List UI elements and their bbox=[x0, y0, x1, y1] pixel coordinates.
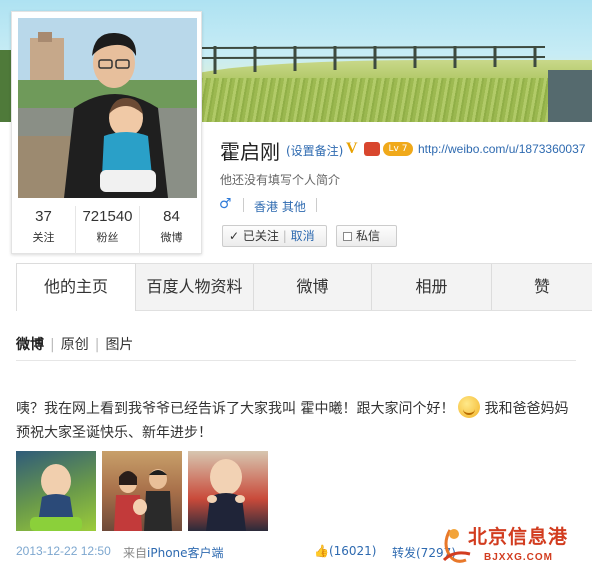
profile-intro: 他还没有填写个人简介 bbox=[220, 173, 341, 187]
vip-icon[interactable] bbox=[364, 142, 380, 156]
tab-weibo[interactable]: 微博 bbox=[254, 264, 372, 310]
message-button[interactable]: 私信 bbox=[336, 225, 397, 247]
profile-tabs: 他的主页 百度人物资料 微博 相册 赞 bbox=[16, 263, 592, 311]
filter-all[interactable]: 微博 bbox=[16, 334, 44, 354]
profile-url-link[interactable]: http://weibo.com/u/1873360037 bbox=[418, 142, 585, 156]
post-source: 来自iPhone客户端 bbox=[123, 544, 224, 561]
tab-album[interactable]: 相册 bbox=[372, 264, 492, 310]
follow-status-button[interactable]: ✓ 已关注 | 取消 bbox=[222, 225, 327, 247]
cover-grass bbox=[200, 78, 592, 122]
stat-posts[interactable]: 84 微博 bbox=[140, 206, 203, 254]
unfollow-link[interactable]: 取消 bbox=[291, 229, 315, 243]
stat-followers-label: 粉丝 bbox=[96, 231, 119, 244]
filter-pictures[interactable]: 图片 bbox=[105, 334, 133, 354]
verified-icon[interactable]: V bbox=[346, 140, 358, 158]
post-photo-3[interactable] bbox=[188, 451, 268, 531]
post-photo-1[interactable] bbox=[16, 451, 96, 531]
stat-posts-count: 84 bbox=[163, 208, 180, 225]
stat-following[interactable]: 37 关注 bbox=[12, 206, 76, 254]
followed-label: 已关注 bbox=[242, 229, 279, 243]
mail-icon bbox=[343, 232, 352, 241]
avatar[interactable] bbox=[18, 18, 197, 198]
profile-name: 霍启刚 bbox=[220, 140, 280, 164]
tab-home[interactable]: 他的主页 bbox=[16, 263, 136, 311]
profile-card: 37 关注 721540 粉丝 84 微博 bbox=[11, 11, 202, 254]
thumbs-up-icon: 👍 bbox=[314, 544, 329, 558]
filter-original[interactable]: 原创 bbox=[61, 334, 89, 354]
post-text: 咦？我在网上看到我爷爷已经告诉了大家我叫 霍中曦！跟大家问个好！ 我和爸爸妈妈预祝… bbox=[16, 396, 576, 445]
stat-followers-count: 721540 bbox=[82, 208, 133, 225]
watermark-text: 北京信息港 bbox=[468, 526, 569, 548]
post-text-part1: 咦？我在网上看到我爷爷已经告诉了大家我叫 霍中曦！跟大家问个好！ bbox=[16, 401, 455, 417]
site-watermark: 北京信息港 BJXXG.COM bbox=[436, 518, 592, 572]
filter-divider: | bbox=[94, 337, 100, 353]
level-badge[interactable]: Lv 7 bbox=[383, 142, 413, 156]
male-icon: ♂ bbox=[219, 196, 232, 212]
message-label: 私信 bbox=[356, 229, 381, 243]
set-remark-link[interactable]: (设置备注) bbox=[286, 142, 343, 159]
post-source-client-link[interactable]: iPhone客户端 bbox=[147, 546, 224, 560]
info-divider bbox=[243, 198, 244, 212]
feed-filter: 微博 | 原创 | 图片 bbox=[16, 334, 133, 354]
stat-posts-label: 微博 bbox=[160, 231, 183, 244]
post-timestamp-link[interactable]: 2013-12-22 12:50 bbox=[16, 544, 111, 558]
avatar-photo bbox=[18, 18, 197, 198]
profile-region-link[interactable]: 香港 其他 bbox=[254, 198, 306, 215]
filter-divider: | bbox=[50, 337, 55, 353]
like-count: (16021) bbox=[328, 544, 377, 558]
section-divider bbox=[16, 360, 576, 361]
tab-baidu-profile[interactable]: 百度人物资料 bbox=[136, 264, 254, 310]
baby-photo bbox=[206, 459, 246, 531]
watermark-url: BJXXG.COM bbox=[484, 552, 554, 563]
stat-following-label: 关注 bbox=[32, 231, 55, 244]
post-photo-2[interactable] bbox=[102, 451, 182, 531]
button-divider: | bbox=[282, 229, 287, 243]
stat-following-count: 37 bbox=[35, 208, 52, 225]
stats-bar: 37 关注 721540 粉丝 84 微博 bbox=[12, 206, 203, 254]
baby-photo bbox=[30, 464, 82, 531]
family-photo bbox=[114, 469, 172, 531]
tab-likes[interactable]: 赞 bbox=[492, 264, 592, 310]
post-source-prefix: 来自 bbox=[123, 546, 148, 560]
check-icon: ✓ bbox=[229, 229, 240, 243]
info-divider bbox=[316, 198, 317, 212]
like-button[interactable]: 👍(16021) bbox=[314, 544, 377, 558]
smile-emoji-icon bbox=[458, 396, 481, 418]
stat-followers[interactable]: 721540 粉丝 bbox=[76, 206, 140, 254]
